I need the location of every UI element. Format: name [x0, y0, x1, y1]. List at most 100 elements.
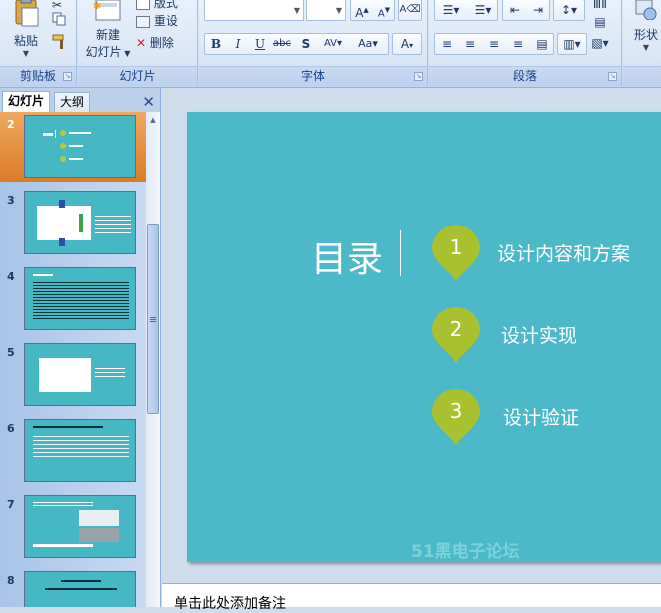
slide-thumbnail[interactable]: [24, 191, 136, 254]
scrollbar-thumb[interactable]: [147, 224, 159, 414]
slide-thumbnail[interactable]: [24, 571, 136, 607]
paste-dropdown-icon[interactable]: ▼: [6, 49, 46, 58]
watermark: 51黑电子论坛: [411, 542, 520, 562]
slide-thumbnail[interactable]: [24, 115, 136, 178]
delete-icon: ✕: [136, 36, 147, 50]
strikethrough-icon[interactable]: abc: [271, 34, 293, 54]
bold-icon[interactable]: B: [205, 34, 227, 54]
tab-outline[interactable]: 大纲: [54, 92, 91, 112]
align-center-icon[interactable]: ≡: [459, 34, 481, 54]
indent-box: ⇤ ⇥: [502, 0, 550, 21]
thumbnail-row[interactable]: 5: [0, 340, 146, 410]
bullets-icon[interactable]: ☰▾: [435, 0, 467, 20]
grow-font-icon[interactable]: A▲: [351, 0, 373, 20]
scroll-up-icon[interactable]: ▲: [147, 114, 159, 126]
italic-icon[interactable]: I: [227, 34, 249, 54]
thumb-text: [33, 544, 93, 547]
columns-icon[interactable]: ▥▾: [558, 34, 586, 54]
font-group: ▼ ▼ A▲ A▼ A⌫ B I U abc S AV▾ Aa▾ A▾ 字体 ↘: [199, 0, 428, 86]
align-left-icon[interactable]: ≡: [436, 34, 458, 54]
notes-pane[interactable]: 单击此处添加备注: [162, 583, 661, 612]
numbering-icon[interactable]: ☰▾: [467, 0, 499, 20]
reset-button[interactable]: 重设: [136, 12, 178, 29]
copy-icon[interactable]: [52, 12, 66, 29]
thumb-heading: [33, 426, 103, 428]
slide-thumbnail[interactable]: [24, 495, 136, 558]
drawing-group: 形状 ▼: [623, 0, 661, 86]
font-size-dropdown-icon[interactable]: ▼: [336, 6, 342, 15]
font-style-box: B I U abc S AV▾ Aa▾: [204, 33, 389, 55]
format-painter-icon[interactable]: [52, 34, 68, 53]
thumb-pin: [60, 156, 66, 162]
shapes-dropdown-icon[interactable]: ▼: [629, 43, 661, 52]
thumb-line: [69, 158, 83, 160]
item-label[interactable]: 设计验证: [503, 403, 579, 430]
thumb-image: [79, 510, 119, 526]
font-color-box: A▾: [392, 33, 422, 55]
slide-pane: 幻灯片 大纲 ✕ 2 3 4 5 6 7 8 ▲: [0, 88, 161, 607]
cut-icon[interactable]: ✂: [52, 0, 62, 12]
thumbnail-row[interactable]: 6: [0, 416, 146, 486]
clipboard-group: 粘贴 ▼ ✂ 剪贴板 ↘: [0, 0, 77, 86]
slide-thumbnail[interactable]: [24, 343, 136, 406]
svg-text:✱: ✱: [93, 1, 101, 12]
shapes-button[interactable]: 形状 ▼: [629, 0, 661, 52]
shrink-font-icon[interactable]: A▼: [373, 0, 395, 20]
paste-button[interactable]: 粘贴 ▼: [6, 0, 46, 62]
smartart-icon[interactable]: ▧▾: [589, 33, 611, 53]
font-color-icon[interactable]: A▾: [393, 34, 421, 54]
ribbon: 粘贴 ▼ ✂ 剪贴板 ↘ ✱ 新建 幻灯片 ▼ 版式 重设 ✕ 删除 幻灯片 ▼…: [0, 0, 661, 88]
font-grow-shrink-box: A▲ A▼: [350, 0, 395, 21]
new-slide-label-2-text: 幻灯片: [85, 45, 122, 59]
thumbnail-row[interactable]: 2: [0, 112, 146, 182]
underline-icon[interactable]: U: [249, 34, 271, 54]
thumbnail-number: 7: [7, 498, 15, 511]
item-label[interactable]: 设计实现: [501, 321, 577, 348]
close-icon[interactable]: ✕: [142, 93, 155, 111]
font-name-dropdown-icon[interactable]: ▼: [294, 6, 300, 15]
notes-placeholder[interactable]: 单击此处添加备注: [174, 593, 286, 613]
line-spacing-icon[interactable]: ↕▾: [554, 0, 584, 20]
justify-icon[interactable]: ≡: [507, 34, 529, 54]
thumb-image: [39, 358, 91, 392]
shadow-icon[interactable]: S: [295, 34, 317, 54]
thumb-line: [69, 145, 83, 147]
thumbnail-row[interactable]: 7: [0, 492, 146, 562]
decrease-indent-icon[interactable]: ⇤: [504, 0, 526, 20]
thumbnail-number: 2: [7, 118, 15, 131]
new-slide-dropdown-icon[interactable]: ▼: [122, 49, 130, 58]
item-number: 3: [449, 399, 463, 423]
slide-title[interactable]: 目录: [311, 230, 383, 282]
font-launcher-icon[interactable]: ↘: [414, 72, 423, 81]
thumbnail-row[interactable]: 4: [0, 264, 146, 334]
thumb-arrow: [59, 238, 65, 246]
slide-canvas[interactable]: 目录 1 设计内容和方案 2 设计实现 3 设计验证 51黑电子论坛: [187, 112, 661, 562]
layout-button[interactable]: 版式: [136, 0, 178, 11]
paragraph-launcher-icon[interactable]: ↘: [608, 72, 617, 81]
grip-icon: [150, 317, 156, 323]
thumb-bar: [79, 214, 83, 232]
item-label[interactable]: 设计内容和方案: [497, 239, 630, 266]
increase-indent-icon[interactable]: ⇥: [527, 0, 549, 20]
distributed-icon[interactable]: ▤: [531, 34, 553, 54]
align-right-icon[interactable]: ≡: [483, 34, 505, 54]
font-name-combo[interactable]: ▼: [204, 0, 304, 21]
delete-button[interactable]: ✕ 删除: [136, 34, 174, 51]
clear-format-icon[interactable]: A⌫: [399, 0, 421, 20]
slide-thumbnail[interactable]: [24, 419, 136, 482]
tab-slides[interactable]: 幻灯片: [2, 91, 51, 113]
clipboard-launcher-icon[interactable]: ↘: [63, 72, 72, 81]
list-box: ☰▾ ☰▾: [434, 0, 498, 21]
font-size-combo[interactable]: ▼: [306, 0, 346, 21]
thumbnail-row[interactable]: 3: [0, 188, 146, 258]
thumbnail-scrollbar[interactable]: ▲: [146, 112, 160, 607]
change-case-icon[interactable]: Aa▾: [353, 34, 383, 54]
layout-label: 版式: [153, 0, 178, 10]
slide-thumbnail[interactable]: [24, 267, 136, 330]
align-text-icon[interactable]: ▤: [589, 12, 611, 32]
thumbnail-row[interactable]: 8: [0, 568, 146, 607]
reset-icon: [136, 15, 150, 28]
char-spacing-icon[interactable]: AV▾: [319, 34, 347, 54]
new-slide-button[interactable]: ✱ 新建 幻灯片 ▼: [82, 0, 134, 62]
thumb-pin: [60, 130, 66, 136]
